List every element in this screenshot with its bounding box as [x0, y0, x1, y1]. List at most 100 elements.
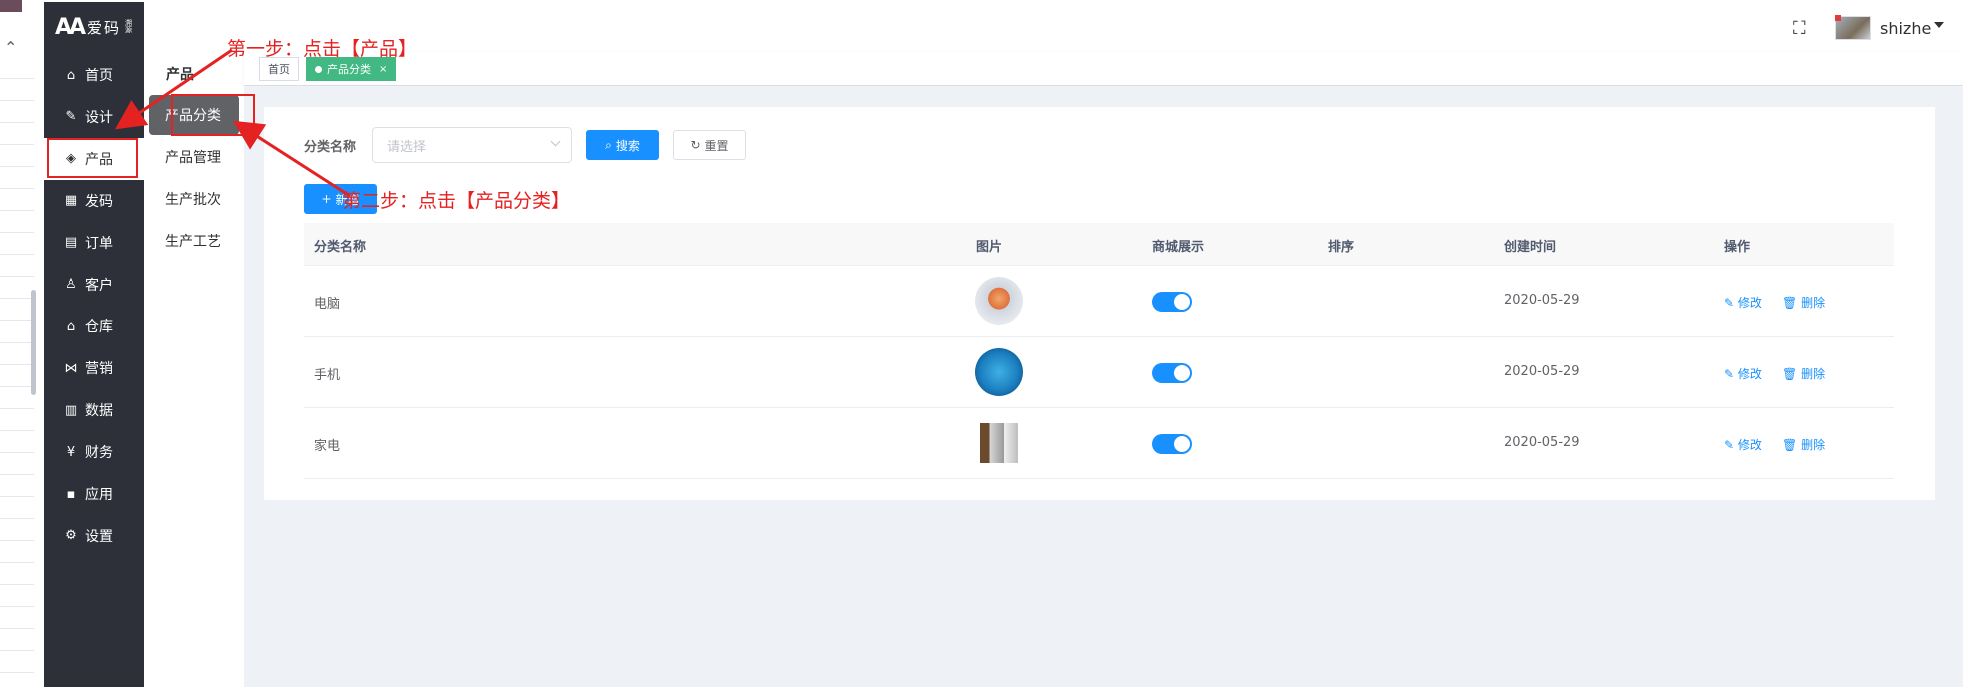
- sidebar-item[interactable]: ✎ 设计: [44, 96, 144, 138]
- column-header: 排序: [1328, 240, 1355, 255]
- appliance-thumbnail[interactable]: [975, 423, 1023, 463]
- phone-thumbnail[interactable]: [975, 348, 1023, 396]
- logo-mark-icon: AA: [54, 14, 86, 40]
- username[interactable]: shizhe: [1880, 19, 1931, 38]
- trash-icon: 🗑: [1782, 296, 1802, 310]
- delete-button[interactable]: 🗑 删除: [1782, 365, 1825, 382]
- sidebar-item[interactable]: ♙ 客户: [44, 264, 144, 306]
- sidebar-item-label: 设计: [85, 109, 113, 126]
- chevron-down-icon: [550, 136, 561, 147]
- sidebar-item-label: 首页: [85, 68, 113, 84]
- delete-button[interactable]: 🗑 删除: [1782, 436, 1825, 453]
- mall-display-toggle[interactable]: [1152, 292, 1192, 312]
- home-icon: ⌂: [66, 67, 76, 83]
- mall-display-toggle[interactable]: [1152, 434, 1192, 454]
- edit-label: 修改: [1737, 438, 1762, 452]
- avatar[interactable]: [1835, 15, 1871, 40]
- yuan-icon: ¥: [66, 444, 76, 460]
- computer-thumbnail[interactable]: [975, 277, 1023, 325]
- column-header: 商城展示: [1152, 240, 1205, 255]
- caret-down-icon[interactable]: [1934, 22, 1944, 28]
- edit-button[interactable]: ✎ 修改: [1724, 294, 1762, 311]
- trash-icon: 🗑: [1782, 367, 1802, 381]
- submenu-item[interactable]: 生产批次: [149, 179, 239, 219]
- sidebar-item[interactable]: ⋈ 营销: [44, 347, 144, 389]
- created-date: 2020-05-29: [1504, 364, 1580, 379]
- sidebar-item[interactable]: ▦ 发码: [44, 180, 144, 222]
- active-dot-icon: [315, 65, 322, 73]
- sidebar-item[interactable]: ▪ 应用: [44, 473, 144, 515]
- created-date: 2020-05-29: [1504, 435, 1580, 450]
- table-row: 手机 2020-05-29 ✎ 修改 🗑 删除: [304, 337, 1894, 408]
- app-logo: AA 爱码 溯源: [44, 2, 144, 52]
- trash-icon: 🗑: [1782, 438, 1802, 452]
- sidebar-item-label: 发码: [85, 193, 113, 210]
- sidebar-item-label: 客户: [85, 277, 113, 294]
- secondary-sidebar: 产品 产品分类 产品管理 生产批次 生产工艺: [144, 52, 244, 687]
- scrollbar-thumb[interactable]: [31, 290, 36, 395]
- reset-button-label: 重置: [704, 138, 729, 153]
- filter-label: 分类名称: [304, 140, 357, 155]
- refresh-icon: ↻: [690, 138, 701, 152]
- mall-display-toggle[interactable]: [1152, 363, 1192, 383]
- tab-label: 产品分类: [327, 63, 371, 76]
- top-header: ⛶ shizhe: [244, 0, 1963, 52]
- fullscreen-icon[interactable]: ⛶: [1793, 18, 1806, 39]
- annotation-box-category: [171, 94, 255, 136]
- sidebar-item-label: 数据: [85, 403, 113, 420]
- edit-icon: ✎: [1724, 367, 1738, 381]
- sidebar-item-label: 仓库: [85, 319, 113, 336]
- sidebar-item[interactable]: ⌂ 首页: [44, 54, 144, 96]
- chevron-up-icon[interactable]: ⌃: [4, 38, 17, 57]
- logo-text: 爱码: [87, 18, 122, 37]
- annotation-step1: 第一步：点击【产品】: [227, 38, 418, 60]
- background-app-strip: ⌃: [0, 0, 44, 687]
- tab-label: 首页: [268, 63, 290, 76]
- category-name: 手机: [314, 368, 341, 383]
- apps-icon: ▪: [66, 486, 76, 502]
- warehouse-icon: ⌂: [66, 318, 76, 334]
- sidebar-item[interactable]: ⌂ 仓库: [44, 305, 144, 347]
- customer-icon: ♙: [65, 277, 77, 292]
- table-header: 分类名称 图片 商城展示 排序 创建时间 操作: [304, 223, 1894, 266]
- annotation-box-product: [47, 138, 138, 178]
- primary-sidebar: AA 爱码 溯源 ⌂ 首页 ✎ 设计 ◈ 产品 ▦ 发码 ▤ 订单 ♙ 客户 ⌂ 仓库 ⋈ 营销 ▥ 数据 ¥ 财务 ▪…: [44, 2, 144, 687]
- search-button-label: 搜索: [615, 138, 640, 153]
- share-icon: ⋈: [64, 360, 78, 376]
- tags-view-bar: 首页 产品分类 ×: [244, 52, 1963, 86]
- table-row: 家电 2020-05-29 ✎ 修改 🗑 删除: [304, 408, 1894, 479]
- edit-icon: ✎: [1724, 438, 1738, 452]
- submenu-item[interactable]: 生产工艺: [149, 221, 239, 261]
- submenu-title: 产品: [166, 67, 194, 83]
- plus-icon: +: [321, 192, 332, 206]
- sidebar-item-label: 营销: [85, 361, 113, 378]
- search-icon: ⌕: [605, 137, 612, 152]
- reset-button[interactable]: ↻ 重置: [673, 130, 746, 160]
- sidebar-item[interactable]: ▥ 数据: [44, 389, 144, 431]
- category-name: 家电: [314, 439, 341, 454]
- search-button[interactable]: ⌕ 搜索: [586, 130, 659, 160]
- category-select[interactable]: 请选择: [372, 127, 572, 163]
- sidebar-item-label: 设置: [85, 528, 113, 545]
- close-icon[interactable]: ×: [379, 64, 387, 75]
- edit-button[interactable]: ✎ 修改: [1724, 365, 1762, 382]
- gear-icon: ⚙: [65, 528, 77, 544]
- edit-button[interactable]: ✎ 修改: [1724, 436, 1762, 453]
- chart-icon: ▥: [64, 402, 78, 418]
- logo-subtext: 溯源: [125, 19, 133, 34]
- annotation-step2: 第二步：点击【产品分类】: [342, 190, 571, 212]
- table-row: 电脑 2020-05-29 ✎ 修改 🗑 删除: [304, 266, 1894, 337]
- delete-button[interactable]: 🗑 删除: [1782, 294, 1825, 311]
- delete-label: 删除: [1801, 296, 1826, 310]
- sidebar-item-label: 财务: [85, 445, 113, 462]
- column-header: 分类名称: [314, 240, 367, 255]
- sidebar-item-label: 订单: [85, 235, 113, 252]
- sidebar-item[interactable]: ▤ 订单: [44, 222, 144, 264]
- submenu-item[interactable]: 产品管理: [149, 137, 239, 177]
- sidebar-item-label: 应用: [85, 487, 113, 503]
- sidebar-item[interactable]: ¥ 财务: [44, 431, 144, 473]
- select-placeholder: 请选择: [387, 139, 427, 155]
- sidebar-item[interactable]: ⚙ 设置: [44, 515, 144, 557]
- category-name: 电脑: [314, 297, 341, 312]
- created-date: 2020-05-29: [1504, 293, 1580, 308]
